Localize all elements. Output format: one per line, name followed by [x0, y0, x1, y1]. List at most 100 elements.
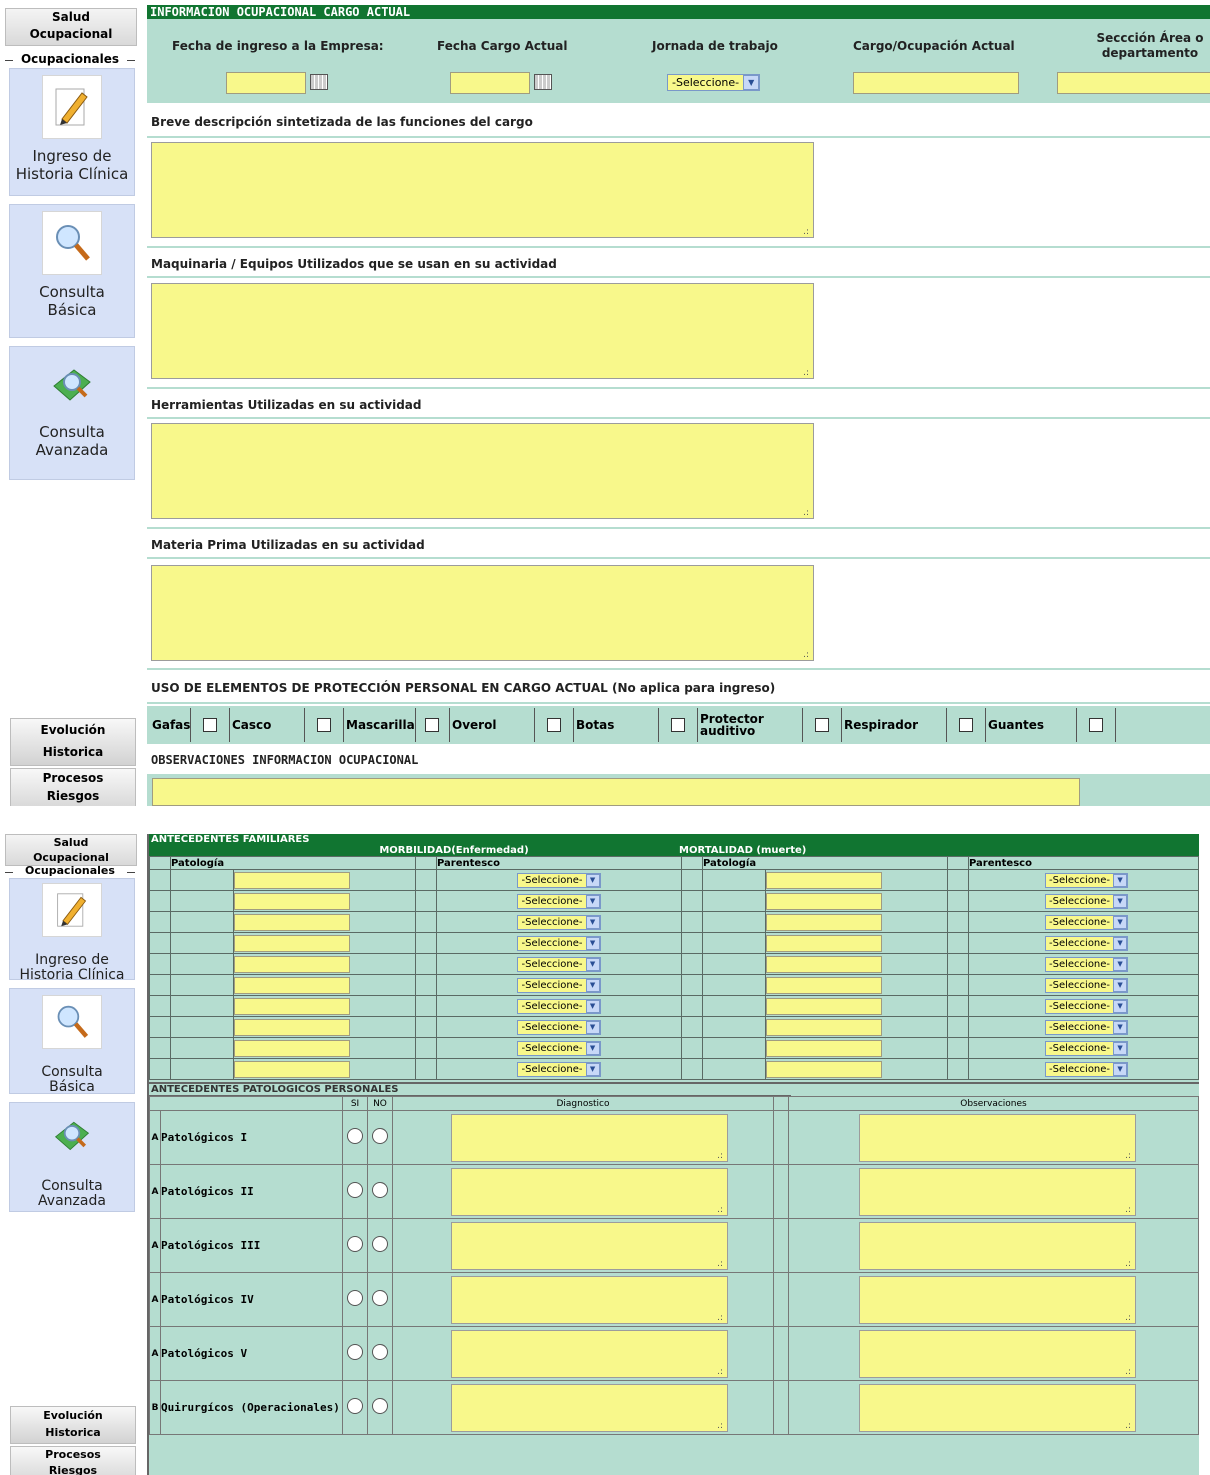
observaciones-textarea[interactable]	[859, 1113, 1136, 1162]
sidebar-item-consulta-basica[interactable]: Consulta Básica	[9, 988, 135, 1095]
si-radio[interactable]	[347, 1344, 363, 1360]
parentesco-select[interactable]: -Seleccione- ▼	[517, 1019, 601, 1035]
table-cell	[149, 1016, 171, 1038]
parentesco-select[interactable]: -Seleccione- ▼	[1045, 893, 1129, 909]
materia-textarea[interactable]	[151, 565, 814, 661]
parentesco-select[interactable]: -Seleccione- ▼	[1045, 914, 1129, 930]
si-radio[interactable]	[347, 1398, 363, 1414]
observaciones-textarea[interactable]	[859, 1383, 1136, 1432]
patologia-input[interactable]	[234, 1018, 351, 1036]
epp-checkbox[interactable]	[1089, 718, 1103, 732]
patologia-input[interactable]	[234, 892, 351, 910]
parentesco-select[interactable]: -Seleccione- ▼	[517, 956, 601, 972]
herramientas-textarea[interactable]	[151, 423, 814, 519]
parentesco-select[interactable]: -Seleccione- ▼	[517, 998, 601, 1014]
si-radio[interactable]	[347, 1128, 363, 1144]
patologia-input[interactable]	[234, 1039, 351, 1057]
sidebar-title[interactable]: Salud Ocupacional	[5, 834, 137, 866]
no-radio[interactable]	[372, 1236, 388, 1252]
parentesco-select[interactable]: -Seleccione- ▼	[1045, 935, 1129, 951]
fecha-ingreso-input[interactable]	[226, 72, 306, 94]
no-radio[interactable]	[372, 1344, 388, 1360]
observaciones-textarea[interactable]	[152, 778, 1080, 806]
fecha-cargo-input[interactable]	[450, 72, 530, 94]
patologia-input[interactable]	[766, 976, 883, 994]
patologia-input[interactable]	[234, 955, 351, 973]
patologia-input[interactable]	[766, 913, 883, 931]
observaciones-textarea[interactable]	[859, 1221, 1136, 1270]
patologia-input[interactable]	[766, 934, 883, 952]
patologia-input[interactable]	[766, 997, 883, 1015]
epp-checkbox[interactable]	[203, 718, 218, 732]
diagnostico-textarea[interactable]	[451, 1167, 728, 1216]
observaciones-textarea[interactable]	[859, 1275, 1136, 1324]
no-radio[interactable]	[372, 1398, 388, 1414]
diagnostico-textarea[interactable]	[451, 1383, 728, 1432]
patologia-input[interactable]	[234, 871, 351, 889]
descripcion-textarea[interactable]	[151, 142, 814, 238]
epp-checkbox[interactable]	[959, 718, 973, 732]
sidebar-item-consulta-avanzada[interactable]: Consulta Avanzada	[9, 1102, 135, 1212]
sidebar-title[interactable]: Salud Ocupacional	[5, 8, 137, 46]
sidebar-footer-procesos[interactable]: Procesos Riesgos	[10, 1446, 136, 1475]
jornada-select[interactable]: -Seleccione- ▼	[667, 74, 761, 91]
col-diagnostico: Diagnostico	[392, 1096, 774, 1111]
epp-item-label: Gafas	[150, 708, 192, 742]
parentesco-select[interactable]: -Seleccione- ▼	[517, 893, 601, 909]
patologia-input[interactable]	[766, 1018, 883, 1036]
diagnostico-textarea[interactable]	[451, 1329, 728, 1378]
parentesco-select[interactable]: -Seleccione- ▼	[1045, 1061, 1129, 1077]
parentesco-select[interactable]: -Seleccione- ▼	[517, 1061, 601, 1077]
patologia-input[interactable]	[766, 955, 883, 973]
diagnostico-textarea[interactable]	[451, 1113, 728, 1162]
parentesco-select[interactable]: -Seleccione- ▼	[1045, 956, 1129, 972]
patologia-input[interactable]	[234, 934, 351, 952]
patologia-input[interactable]	[766, 1060, 883, 1078]
parentesco-select[interactable]: -Seleccione- ▼	[1045, 872, 1129, 888]
diagnostico-textarea[interactable]	[451, 1221, 728, 1270]
sidebar-footer-procesos[interactable]: Procesos Riesgos	[10, 768, 136, 806]
parentesco-select[interactable]: -Seleccione- ▼	[1045, 1040, 1129, 1056]
patologia-input[interactable]	[234, 913, 351, 931]
sidebar-footer-evolucion[interactable]: Evolución Historica	[10, 718, 136, 766]
patologia-input[interactable]	[766, 892, 883, 910]
parentesco-select[interactable]: -Seleccione- ▼	[1045, 977, 1129, 993]
calendar-icon[interactable]	[310, 74, 328, 90]
sidebar-item-consulta-basica[interactable]: Consulta Básica	[9, 204, 135, 338]
epp-checkbox[interactable]	[671, 718, 685, 732]
diagnostico-textarea[interactable]	[451, 1275, 728, 1324]
sidebar-item-consulta-avanzada[interactable]: Consulta Avanzada	[9, 346, 135, 480]
epp-checkbox[interactable]	[425, 718, 440, 732]
observaciones-textarea[interactable]	[859, 1167, 1136, 1216]
patologia-input[interactable]	[234, 1060, 351, 1078]
epp-checkbox[interactable]	[317, 718, 331, 732]
parentesco-select[interactable]: -Seleccione- ▼	[517, 1040, 601, 1056]
patologia-input[interactable]	[766, 871, 883, 889]
sidebar-footer-evolucion[interactable]: Evolución Historica	[10, 1406, 136, 1444]
seccion-input[interactable]	[1057, 72, 1210, 94]
si-radio[interactable]	[347, 1290, 363, 1306]
parentesco-cell: -Seleccione- ▼	[968, 869, 1199, 891]
no-radio[interactable]	[372, 1128, 388, 1144]
no-radio[interactable]	[372, 1182, 388, 1198]
parentesco-select[interactable]: -Seleccione- ▼	[517, 914, 601, 930]
sidebar-item-ingreso[interactable]: Ingreso de Historia Clínica	[9, 878, 135, 983]
patologia-input[interactable]	[234, 976, 351, 994]
parentesco-select[interactable]: -Seleccione- ▼	[517, 872, 601, 888]
sidebar-item-ingreso[interactable]: Ingreso de Historia Clínica	[9, 68, 135, 196]
maquinaria-textarea[interactable]	[151, 283, 814, 379]
cargo-input[interactable]	[853, 72, 1019, 94]
si-radio[interactable]	[347, 1236, 363, 1252]
parentesco-select[interactable]: -Seleccione- ▼	[1045, 1019, 1129, 1035]
epp-checkbox[interactable]	[815, 718, 829, 732]
epp-checkbox[interactable]	[547, 718, 561, 732]
patologia-input[interactable]	[766, 1039, 883, 1057]
parentesco-select[interactable]: -Seleccione- ▼	[517, 935, 601, 951]
parentesco-select[interactable]: -Seleccione- ▼	[517, 977, 601, 993]
calendar-icon[interactable]	[534, 74, 552, 90]
no-radio[interactable]	[372, 1290, 388, 1306]
si-radio[interactable]	[347, 1182, 363, 1198]
observaciones-textarea[interactable]	[859, 1329, 1136, 1378]
parentesco-select[interactable]: -Seleccione- ▼	[1045, 998, 1129, 1014]
patologia-input[interactable]	[234, 997, 351, 1015]
